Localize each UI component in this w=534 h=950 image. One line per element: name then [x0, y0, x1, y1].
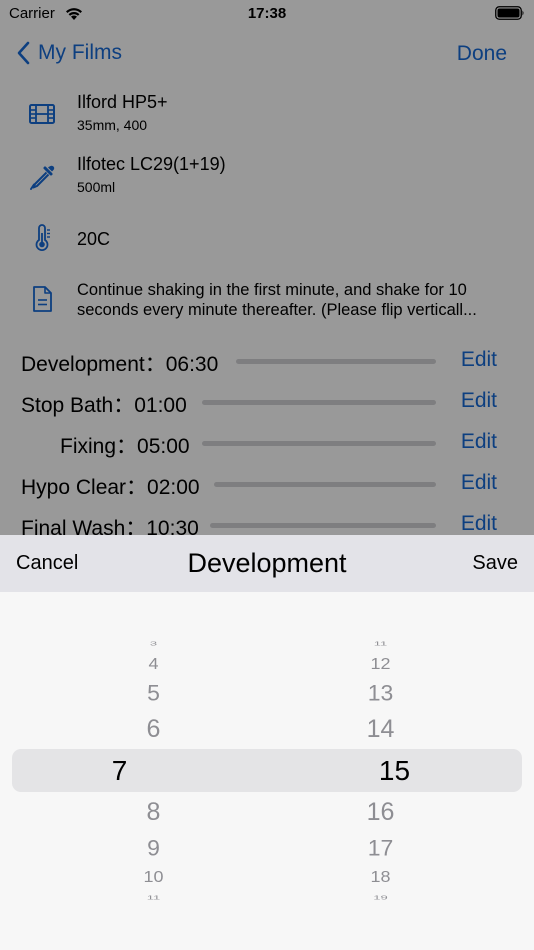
- seconds-option: 11: [373, 640, 388, 647]
- save-button[interactable]: Save: [472, 552, 518, 575]
- picker-title: Development: [187, 548, 347, 578]
- seconds-option: 19: [373, 894, 388, 901]
- cancel-button[interactable]: Cancel: [16, 552, 78, 575]
- seconds-wheel[interactable]: 11 12 13 14 15 16 17 18 19: [247, 592, 514, 950]
- seconds-option: 12: [370, 655, 391, 673]
- seconds-option: 16: [366, 798, 395, 826]
- seconds-option: 17: [367, 835, 394, 861]
- seconds-selected: 15: [378, 755, 411, 786]
- modal-dim-overlay[interactable]: [0, 0, 534, 535]
- picker-toolbar: Cancel Development Save: [0, 535, 534, 592]
- minutes-selected: 7: [111, 755, 128, 786]
- seconds-option: 14: [366, 715, 395, 743]
- seconds-option: 18: [370, 868, 391, 886]
- seconds-option: 13: [367, 680, 394, 706]
- time-picker: 3 4 5 6 7 8 9 10 11 11 12 13 14 15 16 17…: [0, 592, 534, 950]
